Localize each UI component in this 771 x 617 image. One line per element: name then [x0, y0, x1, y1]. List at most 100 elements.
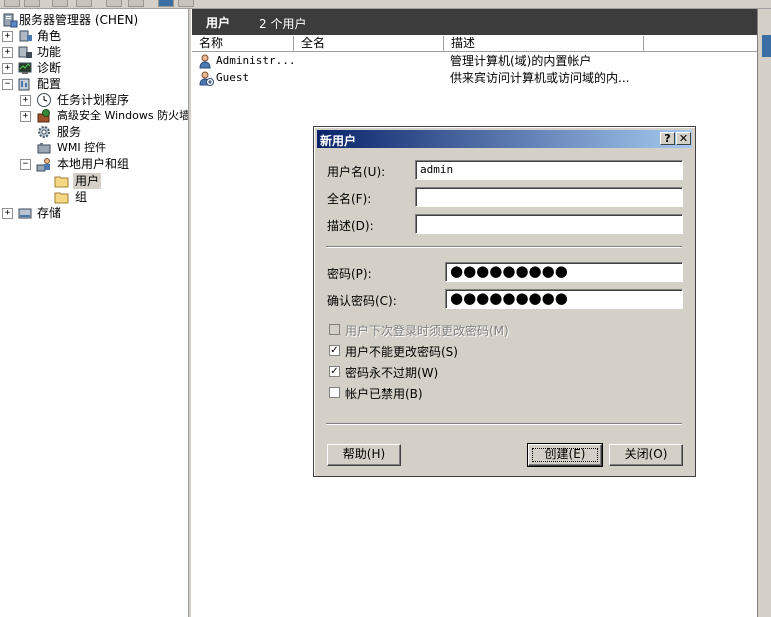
tree-item-roles[interactable]: + 角色 [0, 28, 188, 44]
checkbox-label[interactable]: 帐户已禁用(B) [345, 385, 423, 402]
must-change-password-checkbox [329, 324, 340, 335]
folder-icon [54, 192, 69, 204]
column-header-description[interactable]: 描述 [444, 36, 644, 51]
column-header-name[interactable]: 名称 [192, 36, 294, 51]
help-icon[interactable] [158, 0, 174, 7]
confirm-password-field[interactable]: ●●●●●●●●● [445, 289, 683, 309]
view-icon[interactable] [178, 0, 194, 7]
checkbox-label[interactable]: 密码永不过期(W) [345, 364, 438, 381]
help-button[interactable]: 帮助(H) [327, 444, 401, 466]
user-description: 管理计算机(域)的内置帐户 [450, 54, 592, 68]
user-name: Administr... [216, 54, 296, 67]
column-header-fullname[interactable]: 全名 [294, 36, 444, 51]
actions-pane-edge [757, 9, 771, 617]
divider [326, 246, 682, 248]
divider [326, 423, 682, 425]
server-icon [3, 13, 18, 28]
description-label: 描述(D): [327, 219, 374, 233]
help-title-button[interactable]: ? [660, 132, 675, 145]
tree-label: 任务计划程序 [57, 93, 130, 107]
tree-item-diagnostics[interactable]: + 诊断 [0, 60, 188, 76]
dialog-title-bar[interactable]: 新用户 ? ✕ [317, 130, 692, 148]
account-disabled-checkbox[interactable] [329, 387, 340, 398]
user-count: 2 个用户 [259, 17, 307, 31]
tree-item-local-users-groups[interactable]: − 本地用户和组 [0, 156, 188, 172]
dialog-title: 新用户 [320, 134, 357, 148]
diagnostics-icon [18, 62, 32, 74]
expand-icon[interactable]: + [20, 111, 31, 122]
close-title-button[interactable]: ✕ [676, 132, 691, 145]
forward-icon[interactable] [24, 0, 40, 7]
tree-label: 存储 [37, 206, 62, 220]
table-row[interactable]: Guest 供来宾访问计算机或访问域的内... [192, 70, 757, 86]
table-row[interactable]: Administr... 管理计算机(域)的内置帐户 [192, 53, 757, 69]
tree-item-features[interactable]: + 功能 [0, 44, 188, 60]
checkbox-label: 用户下次登录时须更改密码(M) [345, 324, 509, 338]
checkbox-label[interactable]: 用户不能更改密码(S) [345, 343, 458, 360]
tree-label: 高级安全 Windows 防火墙 [57, 109, 188, 122]
tree-label: WMI 控件 [57, 141, 107, 154]
create-button[interactable]: 创建(E) [527, 443, 603, 467]
username-field[interactable]: admin [415, 160, 683, 180]
tree-label: 角色 [37, 29, 62, 43]
user-icon [199, 54, 211, 69]
new-user-dialog: 新用户 ? ✕ 用户名(U): admin 全名(F): 描述(D): 密码(P… [313, 126, 696, 477]
description-field[interactable] [415, 214, 683, 234]
close-button[interactable]: 关闭(O) [609, 444, 683, 466]
cannot-change-password-checkbox[interactable]: ✓ [329, 345, 340, 356]
tree-item-wmi[interactable]: WMI 控件 [0, 140, 188, 156]
tree-label: 用户 [73, 173, 102, 189]
expand-icon[interactable]: + [20, 95, 31, 106]
user-disabled-icon [199, 71, 214, 86]
expand-icon[interactable]: + [2, 208, 13, 219]
configuration-icon [18, 78, 30, 91]
tree-item-configuration[interactable]: − 配置 [0, 76, 188, 92]
tree-item-task-scheduler[interactable]: + 任务计划程序 [0, 92, 188, 108]
list-title: 用户 [206, 16, 231, 30]
refresh-icon[interactable] [128, 0, 144, 7]
expand-icon[interactable]: + [2, 63, 13, 74]
password-field[interactable]: ●●●●●●●●● [445, 262, 683, 282]
users-group-icon [36, 158, 50, 172]
fullname-field[interactable] [415, 187, 683, 207]
gear-icon [38, 126, 50, 138]
toolbar [0, 0, 771, 9]
username-label: 用户名(U): [327, 165, 386, 179]
folder-open-icon [54, 176, 69, 188]
roles-icon [19, 30, 32, 42]
tree-label: 配置 [37, 77, 62, 91]
tree-label: 组 [75, 190, 88, 204]
password-label: 密码(P): [327, 267, 372, 281]
column-headers: 名称 全名 描述 [192, 36, 757, 52]
confirm-password-label: 确认密码(C): [327, 294, 397, 308]
collapse-icon[interactable]: − [2, 79, 13, 90]
firewall-icon [37, 109, 50, 123]
console-tree: 服务器管理器 (CHEN) + 角色 + 功能 + 诊断 − 配置 + 任务计划… [0, 9, 188, 617]
expand-icon[interactable]: + [2, 31, 13, 42]
tree-label: 服务器管理器 (CHEN) [19, 13, 139, 27]
tree-item-services[interactable]: 服务 [0, 124, 188, 140]
tree-item-firewall[interactable]: + 高级安全 Windows 防火墙 [0, 108, 188, 124]
user-description: 供来宾访问计算机或访问域的内... [450, 71, 630, 85]
back-icon[interactable] [4, 0, 20, 7]
fullname-label: 全名(F): [327, 192, 372, 206]
collapse-icon[interactable]: − [20, 159, 31, 170]
tree-label: 诊断 [37, 61, 62, 75]
clock-icon [37, 93, 51, 107]
export-icon[interactable] [106, 0, 122, 7]
properties-icon[interactable] [76, 0, 92, 7]
tree-item-groups[interactable]: 组 [0, 189, 188, 205]
tree-item-server-manager[interactable]: 服务器管理器 (CHEN) [0, 12, 188, 28]
wmi-icon [37, 143, 51, 154]
tree-item-users[interactable]: 用户 [0, 173, 188, 189]
list-header-bar: 用户 2 个用户 [192, 9, 757, 35]
tree-item-storage[interactable]: + 存储 [0, 205, 188, 221]
user-name: Guest [216, 71, 250, 84]
features-icon [18, 46, 32, 58]
password-never-expires-checkbox[interactable]: ✓ [329, 366, 340, 377]
tree-label: 本地用户和组 [57, 157, 130, 171]
tree-label: 服务 [57, 125, 82, 139]
storage-icon [18, 208, 32, 219]
folder-icon[interactable] [52, 0, 68, 7]
expand-icon[interactable]: + [2, 47, 13, 58]
